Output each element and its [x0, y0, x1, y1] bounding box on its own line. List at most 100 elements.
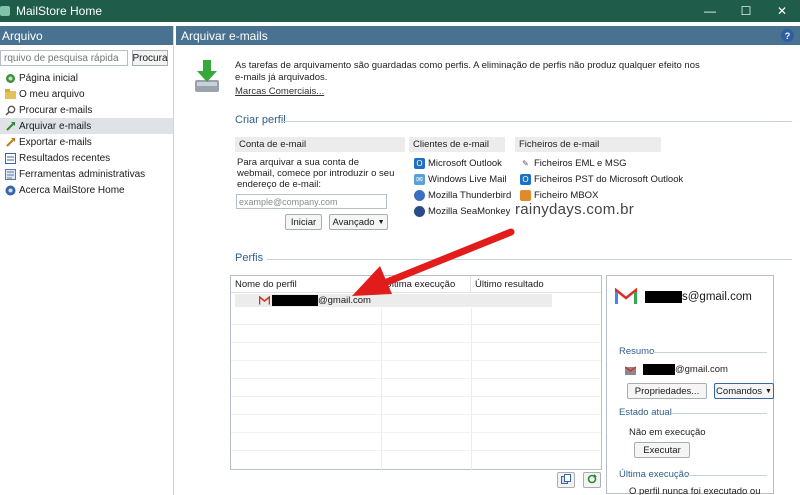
file-mbox[interactable]: Ficheiro MBOX [520, 188, 598, 202]
state-text: Não em execução [629, 427, 706, 438]
client-label: Windows Live Mail [428, 173, 507, 185]
client-seamonkey[interactable]: Mozilla SeaMonkey [414, 204, 510, 218]
nav-item-label: Ferramentas administrativas [19, 168, 146, 180]
files-header: Ficheiros de e-mail [515, 137, 661, 152]
profiles-title: Perfis [235, 252, 264, 264]
nav-item-label: Arquivar e-mails [19, 120, 92, 132]
main-header-title: Arquivar e-mails [181, 28, 268, 43]
eml-file-icon: ✎ [522, 158, 529, 168]
grid-line [231, 414, 601, 415]
copy-icon [561, 474, 571, 486]
left-pane-header: Arquivo [0, 26, 173, 45]
refresh-button[interactable] [583, 472, 601, 488]
client-outlook[interactable]: O Microsoft Outlook [414, 156, 502, 170]
archive-icon [4, 120, 16, 132]
create-profile-title: Criar perfil [235, 114, 286, 126]
app-icon [0, 6, 10, 16]
summary-divider [653, 352, 767, 353]
title-bar: MailStore Home — ☐ ✕ [0, 0, 800, 22]
seamonkey-icon [414, 205, 425, 217]
client-windows-live-mail[interactable]: ✉ Windows Live Mail [414, 172, 507, 186]
pst-file-icon: O [520, 173, 531, 185]
nav-item-recent-results[interactable]: Resultados recentes [0, 150, 173, 166]
outlook-icon: O [414, 157, 425, 169]
run-button[interactable]: Executar [634, 442, 690, 458]
table-row[interactable]: @gmail.com [235, 294, 552, 307]
nav-item-admin-tools[interactable]: Ferramentas administrativas [0, 166, 173, 182]
archive-download-icon [195, 60, 219, 92]
start-button[interactable]: Iniciar [285, 214, 322, 230]
col-profile-name[interactable]: Nome do perfil [231, 276, 381, 293]
close-button[interactable]: ✕ [764, 0, 800, 22]
client-thunderbird[interactable]: Mozilla Thunderbird [414, 188, 511, 202]
col-last-run[interactable]: Última execução [381, 276, 471, 293]
commands-label: Comandos [716, 385, 762, 397]
trademarks-link[interactable]: Marcas Comerciais... [235, 86, 324, 98]
advanced-label: Avançado [332, 216, 375, 228]
client-label: Mozilla Thunderbird [428, 189, 512, 201]
quick-search-input[interactable] [0, 50, 128, 66]
nav-item-label: Procurar e-mails [19, 104, 93, 116]
tools-icon [4, 168, 16, 180]
nav-item-home[interactable]: Página inicial [0, 70, 173, 86]
last-run-divider [683, 475, 767, 476]
commands-button[interactable]: Comandos ▼ [714, 383, 774, 399]
minimize-button[interactable]: — [692, 0, 728, 22]
gmail-icon [259, 296, 270, 305]
intro-text-block: As tarefas de arquivamento são guardadas… [235, 60, 705, 98]
email-field[interactable]: example@company.com [236, 194, 387, 209]
redacted-account [645, 290, 682, 303]
file-label: Ficheiros PST do Microsoft Outlook [534, 173, 684, 185]
grid-line [231, 396, 601, 397]
profiles-table-header: Nome do perfil Última execução Último re… [231, 276, 601, 293]
summary-account: @gmail.com [625, 364, 728, 375]
results-icon [4, 152, 16, 164]
client-label: Microsoft Outlook [428, 157, 502, 169]
webmail-instructions: Para arquivar a sua conta de webmail, co… [237, 157, 395, 190]
export-icon [4, 136, 16, 148]
nav-item-about[interactable]: Acerca MailStore Home [0, 182, 173, 198]
folder-icon [4, 88, 16, 100]
grid-line [231, 324, 601, 325]
watermark-text: rainydays.com.br [515, 201, 635, 218]
file-pst[interactable]: O Ficheiros PST do Microsoft Outlook [520, 172, 683, 186]
mailstore-profile-icon [625, 364, 636, 375]
window-controls: — ☐ ✕ [692, 0, 800, 22]
search-button[interactable]: Procura [132, 50, 168, 66]
col-last-result[interactable]: Último resultado [471, 276, 601, 293]
nav-item-my-archive[interactable]: O meu arquivo [0, 86, 173, 102]
client-label: Mozilla SeaMonkey [428, 205, 511, 217]
properties-button[interactable]: Propriedades... [627, 383, 707, 399]
redacted-account [643, 364, 675, 375]
nav-item-export-emails[interactable]: Exportar e-mails [0, 134, 173, 150]
quick-search: Procura [0, 50, 171, 66]
maximize-button[interactable]: ☐ [728, 0, 764, 22]
grid-line [231, 360, 601, 361]
copy-profile-button[interactable] [557, 472, 575, 488]
grid-line [231, 432, 601, 433]
grid-line [231, 378, 601, 379]
grid-line [381, 308, 382, 470]
nav-item-label: Página inicial [19, 72, 78, 84]
grid-line [471, 308, 472, 470]
last-run-text: O perfil nunca foi executado ou não há d… [629, 486, 761, 495]
last-run-title: Última execução [619, 469, 690, 480]
home-icon [4, 72, 16, 84]
create-profile-divider [282, 121, 792, 122]
refresh-icon [587, 474, 597, 486]
nav-item-archive-emails[interactable]: Arquivar e-mails [0, 118, 173, 134]
grid-line [231, 342, 601, 343]
intro-text: As tarefas de arquivamento são guardadas… [235, 60, 700, 83]
file-eml-msg[interactable]: ✎ Ficheiros EML e MSG [520, 156, 627, 170]
window-title: MailStore Home [16, 4, 103, 18]
nav-item-search-emails[interactable]: Procurar e-mails [0, 102, 173, 118]
nav-item-label: Exportar e-mails [19, 136, 92, 148]
profiles-table[interactable]: Nome do perfil Última execução Último re… [230, 275, 602, 470]
chevron-down-icon: ▼ [765, 387, 772, 395]
advanced-button[interactable]: Avançado ▼ [329, 214, 388, 230]
live-mail-icon: ✉ [414, 173, 425, 185]
nav-item-label: Acerca MailStore Home [19, 184, 125, 196]
file-label: Ficheiros EML e MSG [534, 157, 627, 169]
nav-item-label: O meu arquivo [19, 88, 85, 100]
help-icon[interactable]: ? [781, 29, 794, 42]
